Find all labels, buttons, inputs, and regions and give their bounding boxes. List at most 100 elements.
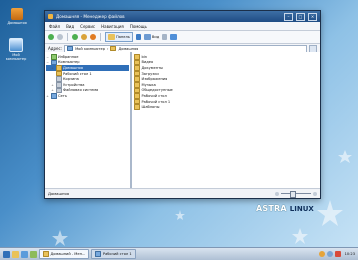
home-button[interactable] [81, 33, 87, 41]
window-titlebar[interactable]: Домашняя - Менеджер файлов – □ × [45, 11, 320, 22]
desktop-switch-icon[interactable] [21, 250, 28, 258]
up-button[interactable] [72, 33, 78, 41]
tree-item[interactable]: + Сеть [46, 93, 129, 99]
computer-icon [9, 38, 23, 52]
file-list[interactable]: bin Видео Документы Загрузки Изображения Музы… [132, 52, 320, 189]
file-item-label: Загрузки [141, 71, 159, 76]
back-button[interactable] [48, 33, 54, 41]
computer-icon [67, 45, 74, 52]
file-item[interactable]: Шаблоны [134, 104, 318, 110]
desktop-icon-computer[interactable]: Мой компьютер [5, 38, 27, 61]
file-item-label: Музыка [141, 82, 156, 87]
filter-icon [135, 34, 141, 40]
file-item-label: Шаблоны [141, 105, 160, 110]
taskbar-task[interactable]: Домашний - Мен... [39, 249, 90, 259]
file-item-label: Общедоступные [141, 88, 173, 93]
file-manager-window: Домашняя - Менеджер файлов – □ × Файл Ви… [44, 10, 321, 199]
panel-button-label: Панель [116, 35, 130, 39]
device-icon [55, 82, 62, 88]
home-icon [81, 34, 87, 40]
tree-item-label: Домашняя [63, 65, 83, 70]
start-menu-icon[interactable] [3, 250, 10, 258]
keyboard-layout-icon[interactable] [334, 251, 341, 257]
desktop-icon-home[interactable]: Домашняя [6, 8, 28, 25]
tree-item-label: Корзина [63, 77, 79, 82]
zoom-in-icon[interactable] [313, 191, 317, 196]
zoom-in-button[interactable] [162, 33, 168, 41]
folder-tree[interactable]: − Избранное − Компьютер + Домашняя Рабочий сто… [45, 52, 132, 189]
home-folder-icon [11, 8, 23, 20]
window-title: Домашняя - Менеджер файлов [56, 14, 125, 19]
tree-expander[interactable]: + [46, 94, 49, 98]
minimize-button[interactable]: – [284, 12, 293, 21]
file-item-label: Изображения [141, 77, 168, 82]
zoom-icon [162, 34, 168, 40]
tree-expander[interactable]: − [46, 55, 49, 59]
tree-expander[interactable]: + [51, 66, 54, 70]
tree-expander[interactable]: + [51, 83, 54, 87]
menu-view[interactable]: Вид [66, 24, 74, 29]
folder-icon [134, 82, 140, 88]
tree-expander[interactable]: + [51, 88, 54, 92]
breadcrumb-item[interactable]: Домашняя [118, 47, 138, 51]
desktop-icon [95, 251, 102, 257]
close-button[interactable]: × [308, 12, 317, 21]
zoom-track[interactable] [281, 191, 311, 198]
menu-help[interactable]: Помощь [130, 24, 147, 29]
system-tray: 10:23 [318, 251, 355, 257]
menu-tools[interactable]: Сервис [80, 24, 95, 29]
menu-bar: Файл Вид Сервис Навигация Помощь [45, 22, 320, 31]
new-tab-button[interactable] [170, 33, 178, 41]
folder-icon [134, 65, 140, 71]
filter-button[interactable] [135, 33, 141, 41]
breadcrumb-item[interactable]: Мой компьютер [75, 47, 105, 51]
tree-item-label: Рабочий стол 1 [63, 71, 92, 76]
brand-linux: LINUX [289, 204, 314, 213]
up-arrow-icon [72, 34, 78, 40]
zoom-knob[interactable] [290, 191, 297, 198]
menu-file[interactable]: Файл [49, 24, 60, 29]
clock[interactable]: 10:23 [343, 252, 355, 256]
tree-item-label: Устройства [63, 82, 85, 87]
network-tray-icon[interactable] [318, 251, 325, 257]
status-bar: Домашняя [45, 188, 320, 198]
maximize-button[interactable]: □ [296, 12, 305, 21]
status-text: Домашняя [48, 191, 70, 196]
back-arrow-icon [48, 34, 54, 40]
folder-icon [110, 45, 117, 52]
folder-icon [48, 14, 53, 19]
zoom-slider[interactable] [275, 191, 317, 198]
folder-icon [134, 93, 140, 99]
desktop-icon-label: Домашняя [7, 21, 27, 25]
file-manager-launcher-icon[interactable] [12, 250, 19, 258]
taskbar: Домашний - Мен... Рабочий стол 1 10:23 [0, 247, 358, 260]
volume-tray-icon[interactable] [326, 251, 333, 257]
zoom-out-icon[interactable] [275, 191, 279, 196]
network-icon [50, 93, 57, 99]
file-item-label: Рабочий стол [141, 93, 167, 98]
refresh-button[interactable] [90, 33, 96, 41]
star-icon [50, 54, 57, 60]
brand-astra: ASTRA [256, 204, 287, 213]
taskbar-task[interactable]: Рабочий стол 1 [91, 249, 136, 259]
tree-item-label: Файловая система [63, 88, 99, 93]
tree-expander[interactable]: − [46, 60, 49, 64]
view-grid-icon [143, 34, 151, 40]
forward-button[interactable] [57, 33, 63, 41]
file-item-label: bin [141, 54, 148, 59]
toolbar: Панель Вид [45, 31, 320, 44]
address-label: Адрес: [48, 46, 63, 51]
taskbar-task-label: Домашний - Мен... [50, 252, 86, 256]
terminal-launcher-icon[interactable] [30, 250, 37, 258]
menu-navigation[interactable]: Навигация [101, 24, 124, 29]
view-mode-button[interactable]: Вид [143, 33, 159, 41]
folder-icon [108, 34, 115, 40]
monitor-icon [170, 34, 178, 40]
breadcrumb-separator: › [107, 46, 109, 51]
panel-toggle-button[interactable]: Панель [105, 32, 133, 42]
file-item-label: Видео [141, 60, 154, 65]
desktop-icon-label: Мой компьютер [5, 53, 27, 61]
folder-icon [134, 54, 140, 60]
file-item-label: Документы [141, 65, 164, 70]
folder-icon [134, 104, 140, 110]
